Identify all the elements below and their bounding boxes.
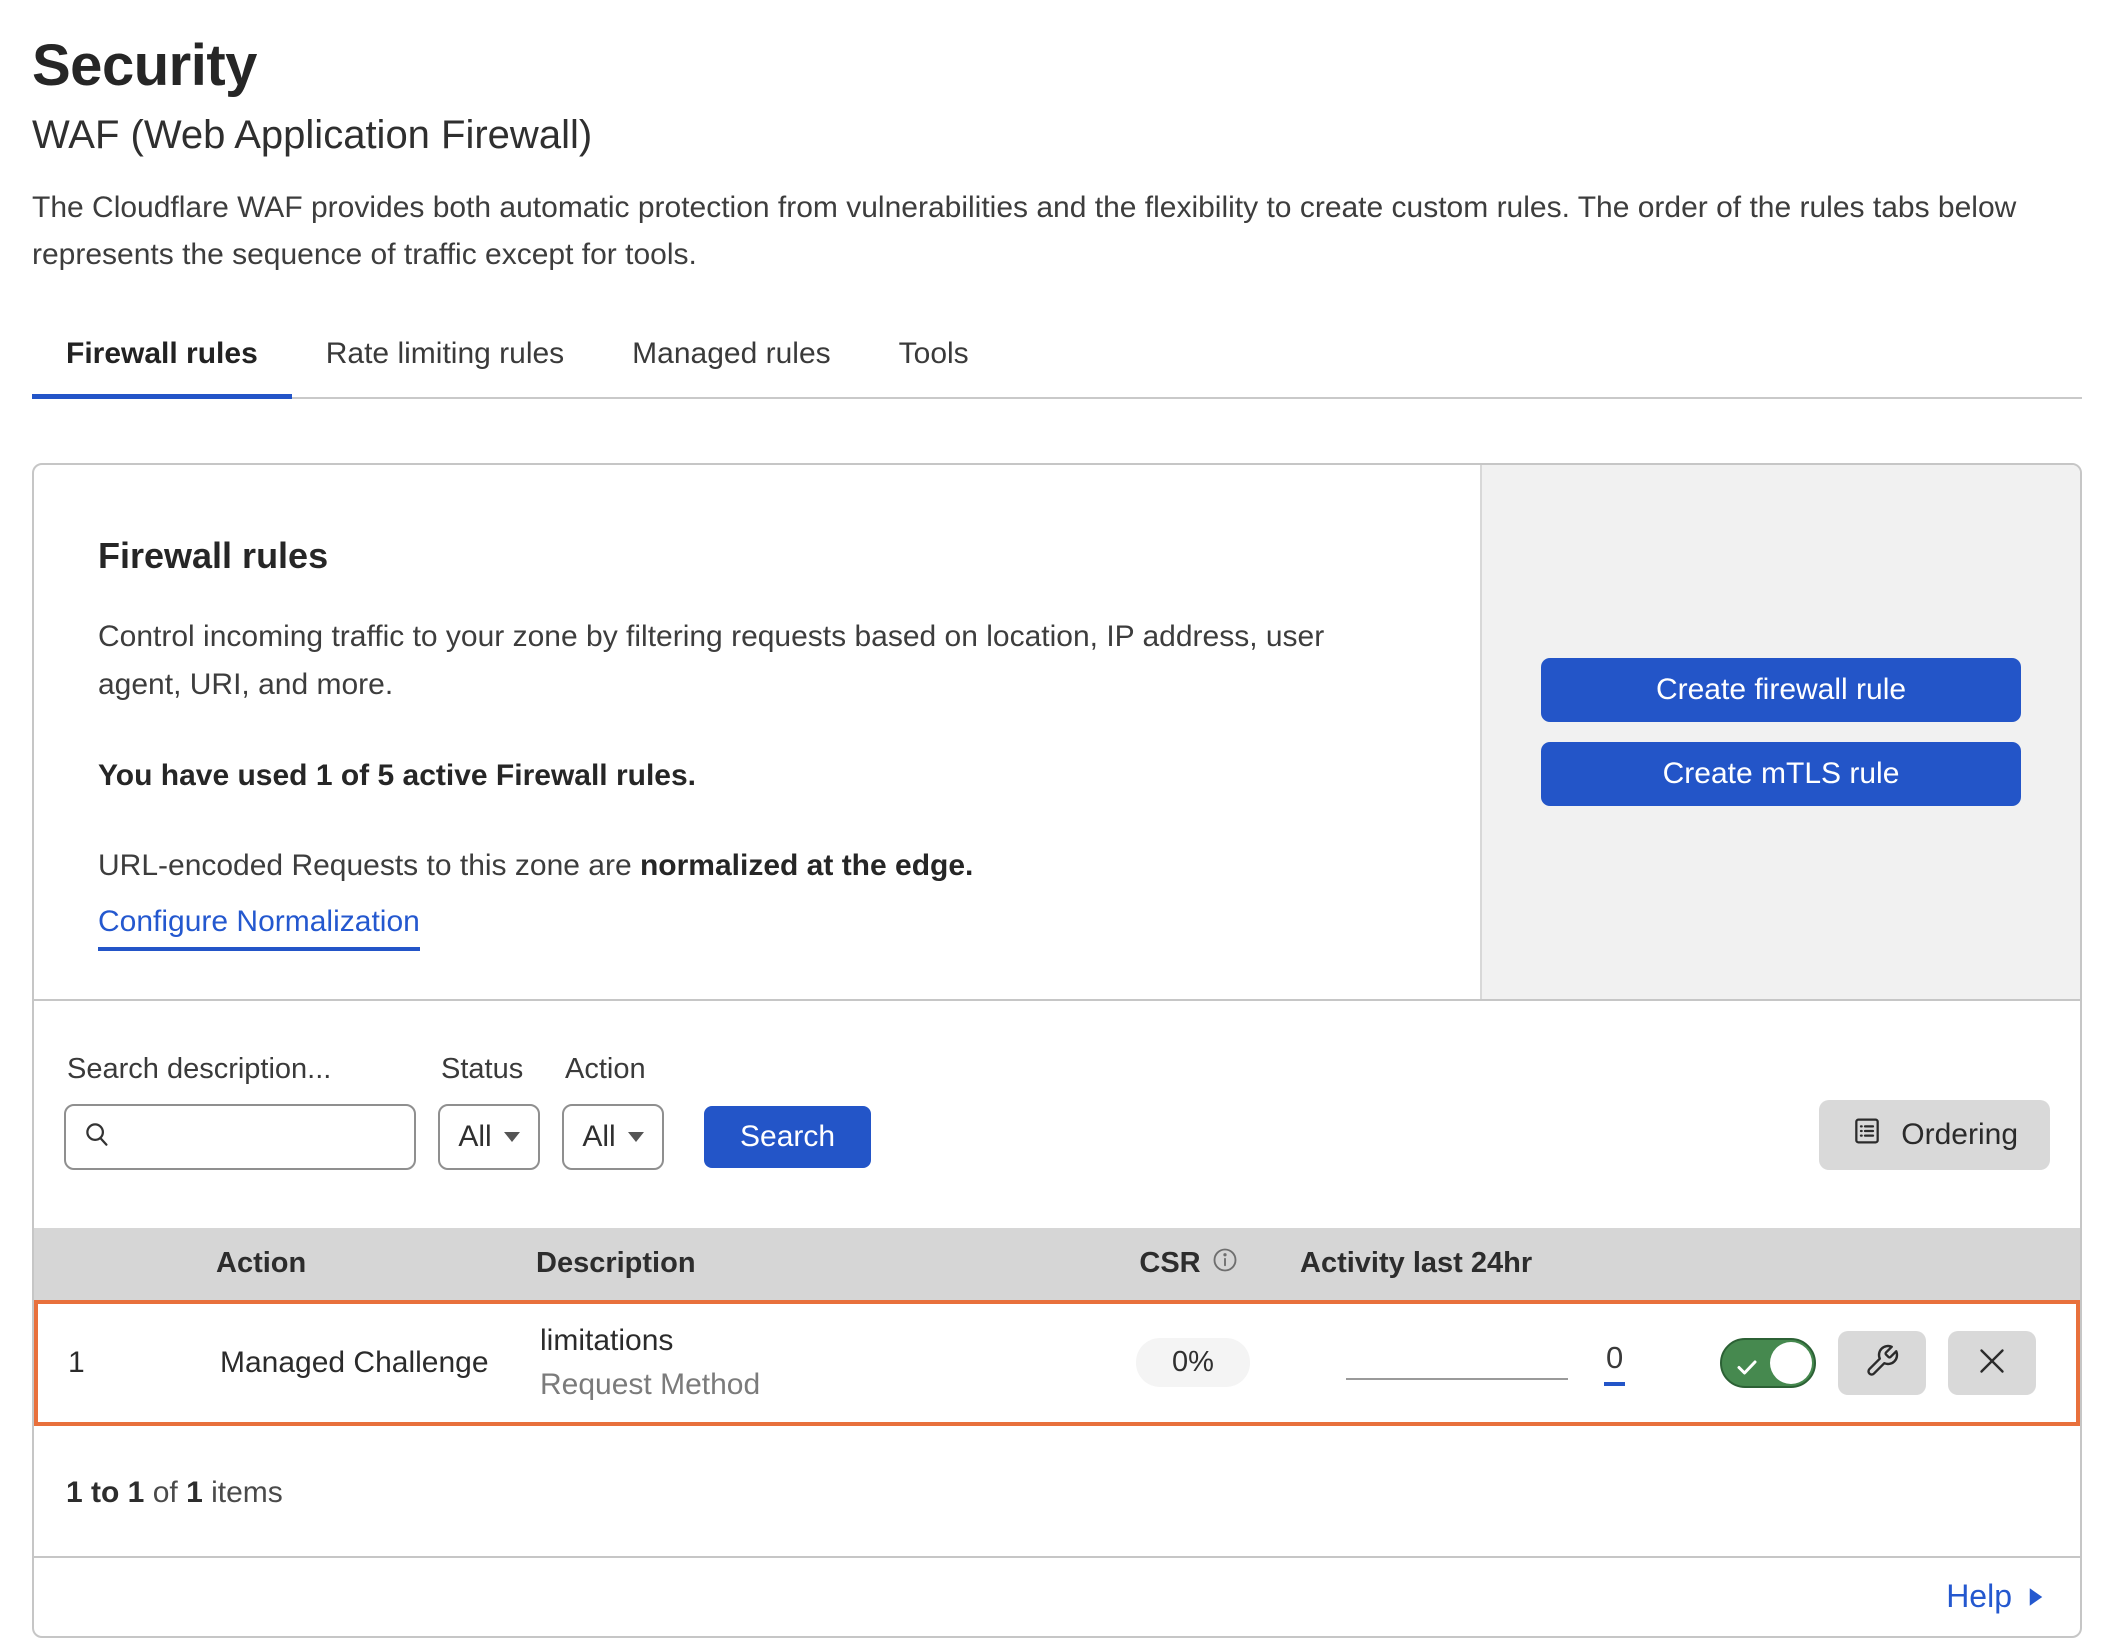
firewall-rules-panel: Firewall rules Control incoming traffic … xyxy=(32,463,2082,1638)
search-input[interactable] xyxy=(124,1120,398,1154)
card-description: Control incoming traffic to your zone by… xyxy=(98,613,1408,709)
page-subtitle: WAF (Web Application Firewall) xyxy=(32,113,2082,158)
wrench-icon xyxy=(1864,1343,1900,1382)
tab-managed-rules[interactable]: Managed rules xyxy=(598,325,864,397)
play-arrow-icon xyxy=(2028,1578,2044,1615)
tab-firewall-rules[interactable]: Firewall rules xyxy=(32,325,292,397)
action-label: Action xyxy=(565,1053,664,1086)
tab-tools[interactable]: Tools xyxy=(865,325,1003,397)
csr-badge: 0% xyxy=(1136,1338,1250,1387)
help-link[interactable]: Help xyxy=(1946,1578,2044,1615)
activity-count-link[interactable]: 0 xyxy=(1604,1340,1625,1386)
action-select[interactable]: All xyxy=(562,1104,664,1170)
search-description-label: Search description... xyxy=(67,1053,416,1086)
status-select[interactable]: All xyxy=(438,1104,540,1170)
check-icon xyxy=(1734,1353,1760,1387)
delete-rule-button[interactable] xyxy=(1948,1331,2036,1395)
ordering-button-label: Ordering xyxy=(1901,1118,2018,1152)
chevron-down-icon xyxy=(628,1132,644,1142)
ordering-list-icon xyxy=(1851,1115,1883,1155)
help-bar: Help xyxy=(34,1558,2080,1636)
header-action: Action xyxy=(184,1247,524,1280)
search-button[interactable]: Search xyxy=(704,1106,871,1168)
row-description-sub: Request Method xyxy=(540,1367,1088,1403)
configure-normalization-link[interactable]: Configure Normalization xyxy=(98,905,420,951)
firewall-rules-card: Firewall rules Control incoming traffic … xyxy=(34,465,2080,1001)
search-icon xyxy=(82,1119,112,1154)
close-icon xyxy=(1974,1343,2010,1382)
create-mtls-rule-button[interactable]: Create mTLS rule xyxy=(1541,742,2021,806)
header-description: Description xyxy=(524,1247,1084,1280)
row-activity-cell: 0 xyxy=(1298,1340,1698,1386)
pagination-summary: 1 to 1 of 1 items xyxy=(34,1426,2080,1558)
help-link-label: Help xyxy=(1946,1578,2012,1615)
search-filter-group: Search description... xyxy=(64,1053,416,1170)
row-csr-cell: 0% xyxy=(1088,1338,1298,1387)
action-filter-group: Action All xyxy=(562,1053,664,1170)
security-waf-page: Security WAF (Web Application Firewall) … xyxy=(0,0,2114,1638)
card-heading: Firewall rules xyxy=(98,535,1416,577)
firewall-rules-table: Action Description CSR Activity last 24h… xyxy=(34,1228,2080,1426)
toggle-knob xyxy=(1770,1342,1812,1384)
summary-of: of xyxy=(153,1476,178,1509)
summary-items: items xyxy=(211,1476,283,1509)
header-activity: Activity last 24hr xyxy=(1294,1247,1694,1280)
waf-tab-bar: Firewall rules Rate limiting rules Manag… xyxy=(32,325,2082,399)
page-title: Security xyxy=(32,32,2082,99)
ordering-button[interactable]: Ordering xyxy=(1819,1100,2050,1170)
summary-range: 1 to 1 xyxy=(66,1476,144,1509)
row-action: Managed Challenge xyxy=(188,1346,528,1380)
activity-sparkline xyxy=(1346,1344,1568,1380)
summary-total: 1 xyxy=(186,1476,203,1509)
status-label: Status xyxy=(441,1053,540,1086)
status-filter-group: Status All xyxy=(438,1053,540,1170)
card-actions-panel: Create firewall rule Create mTLS rule xyxy=(1480,465,2080,999)
create-firewall-rule-button[interactable]: Create firewall rule xyxy=(1541,658,2021,722)
page-description: The Cloudflare WAF provides both automat… xyxy=(32,184,2047,279)
row-description-cell: limitations Request Method xyxy=(528,1323,1088,1403)
info-icon[interactable] xyxy=(1211,1246,1239,1282)
filter-bar: Search description... Status All xyxy=(34,1001,2080,1170)
header-csr: CSR xyxy=(1084,1246,1294,1282)
normalization-text: URL-encoded Requests to this zone are no… xyxy=(98,849,1416,883)
normalization-text-bold: normalized at the edge. xyxy=(640,849,973,882)
firewall-rules-card-text: Firewall rules Control incoming traffic … xyxy=(34,465,1480,999)
chevron-down-icon xyxy=(504,1132,520,1142)
table-row: 1 Managed Challenge limitations Request … xyxy=(34,1300,2080,1426)
header-csr-label: CSR xyxy=(1139,1247,1200,1280)
row-priority: 1 xyxy=(38,1346,188,1380)
action-select-value: All xyxy=(582,1120,615,1154)
normalization-text-normal: URL-encoded Requests to this zone are xyxy=(98,849,640,882)
tab-rate-limiting-rules[interactable]: Rate limiting rules xyxy=(292,325,598,397)
table-header-row: Action Description CSR Activity last 24h… xyxy=(34,1228,2080,1300)
rule-enabled-toggle[interactable] xyxy=(1720,1338,1816,1388)
status-select-value: All xyxy=(458,1120,491,1154)
row-description: limitations xyxy=(540,1323,1088,1359)
usage-text: You have used 1 of 5 active Firewall rul… xyxy=(98,759,1416,793)
search-box[interactable] xyxy=(64,1104,416,1170)
row-controls xyxy=(1698,1331,2076,1395)
edit-rule-button[interactable] xyxy=(1838,1331,1926,1395)
